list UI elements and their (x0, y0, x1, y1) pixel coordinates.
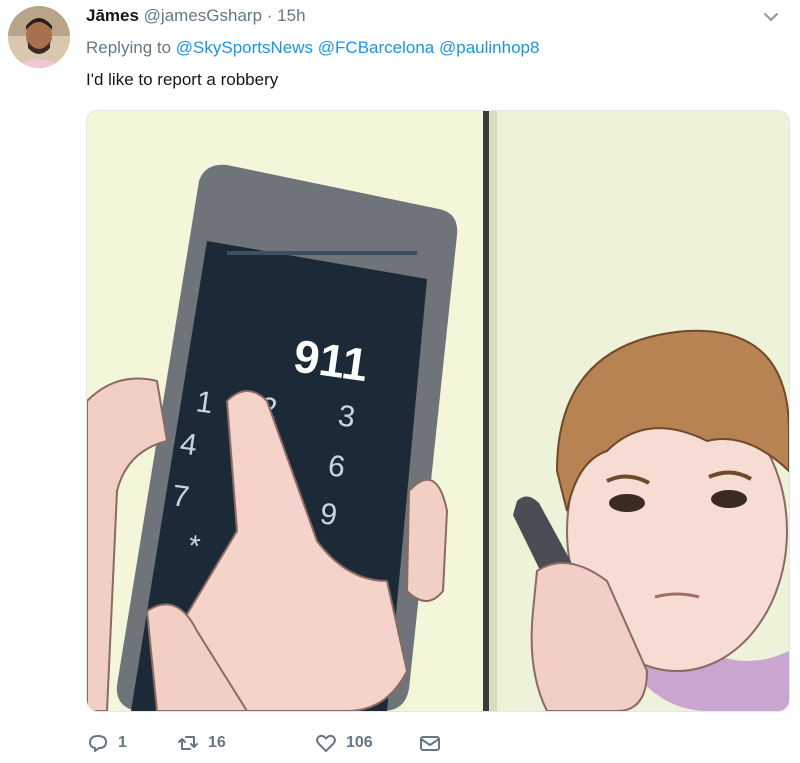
avatar-image (8, 6, 70, 68)
replying-prefix: Replying to (86, 38, 172, 57)
reply-icon (89, 735, 107, 752)
dialed-number: 911 (291, 329, 372, 391)
separator-dot: · (266, 6, 273, 25)
replying-to: Replying to @SkySportsNews @FCBarcelona … (86, 38, 539, 58)
retweet-count: 16 (208, 734, 226, 751)
avatar[interactable] (8, 6, 70, 68)
direct-message-button[interactable] (418, 728, 442, 758)
mention-paulinhop8[interactable]: @paulinhop8 (439, 38, 539, 57)
mention-fcbarcelona[interactable]: @FCBarcelona (318, 38, 434, 57)
timestamp[interactable]: 15h (277, 6, 305, 25)
retweet-icon (178, 736, 198, 750)
like-icon (316, 734, 336, 752)
user-handle[interactable]: @jamesGsharp (144, 6, 262, 25)
mention-skysportsnews[interactable]: @SkySportsNews (176, 38, 313, 57)
reply-count: 1 (118, 734, 127, 751)
like-count: 106 (346, 734, 373, 751)
caret-down-icon[interactable] (762, 8, 780, 26)
tweet-media[interactable]: 911 1 2 3 4 6 7 9 * 0 (86, 110, 790, 712)
tweet-text: I'd like to report a robbery (86, 70, 279, 89)
tweet-actions: 1 16 106 (86, 728, 586, 758)
meme-illustration: 911 1 2 3 4 6 7 9 * 0 (87, 111, 789, 711)
direct-message-icon (420, 736, 440, 751)
tweet-header: Jāmes @jamesGsharp · 15h (86, 6, 760, 28)
display-name[interactable]: Jāmes (86, 6, 139, 25)
reply-button[interactable]: 1 (86, 728, 127, 758)
like-button[interactable]: 106 (314, 728, 373, 758)
retweet-button[interactable]: 16 (176, 728, 226, 758)
